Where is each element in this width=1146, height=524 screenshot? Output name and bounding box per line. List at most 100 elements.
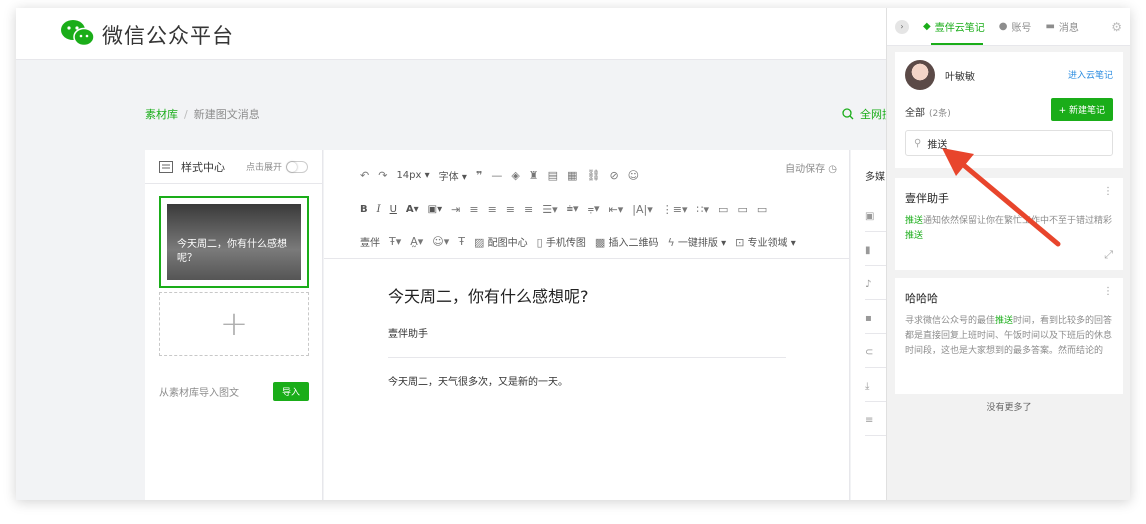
font-size-select[interactable]: 14px ▾ — [396, 170, 429, 181]
add-article-button[interactable]: + — [159, 292, 309, 356]
article-list-panel: 样式中心 点击展开 今天周二，你有什么感想呢？ + 从素材库导入图文 导入 — [145, 150, 323, 500]
avatar[interactable] — [905, 60, 935, 90]
notes-filter[interactable]: 全部 (2条) — [905, 104, 951, 119]
enter-cloud-notes-link[interactable]: 进入云笔记 — [1068, 68, 1113, 81]
media-item-vote[interactable]: ▪ — [865, 304, 887, 334]
breadcrumb-current: 新建图文消息 — [193, 108, 260, 121]
search-icon: ⚲ — [914, 137, 922, 149]
line-height-icon[interactable]: ☰▾ — [542, 203, 557, 216]
editor-content[interactable]: 今天周二，你有什么感想呢? 壹伴助手 今天周二，天气很多次，又是新的一天。 — [324, 258, 850, 388]
table-col-icon[interactable]: ▭ — [757, 203, 767, 216]
tab-account-label: 账号 — [1011, 23, 1032, 34]
media-item-image[interactable]: ▣ — [865, 202, 887, 232]
media-item-audio[interactable]: ♪ — [865, 270, 887, 300]
wechat-logo-icon — [61, 20, 95, 47]
expand-icon[interactable]: ⤢ — [1104, 248, 1113, 262]
align-justify-icon[interactable]: ≡ — [524, 203, 533, 216]
font-family-select[interactable]: 字体 ▾ — [439, 168, 467, 183]
unlink-icon[interactable]: ⊘ — [609, 169, 618, 182]
phone-to-image-button[interactable]: ▯ 手机传图 — [537, 234, 586, 249]
breadcrumb-root[interactable]: 素材库 — [145, 108, 178, 121]
media-item-video[interactable]: ▮ — [865, 236, 887, 266]
article-card-selected[interactable]: 今天周二，你有什么感想呢？ — [159, 196, 309, 288]
new-note-button[interactable]: + 新建笔记 — [1050, 98, 1113, 121]
message-icon: ▬ — [1045, 21, 1055, 32]
note-card[interactable]: ⋮ 哈哈哈 寻求微信公众号的最佳推送时间，看到比较多的回答都是直接回复上班时间、… — [895, 278, 1123, 394]
indent-icon[interactable]: ⇥ — [451, 203, 460, 216]
note-card[interactable]: ⋮ 壹伴助手 推送通知依然保留让你在繁忙工作中不至于错过精彩推送 ⤢ — [895, 178, 1123, 270]
bold-icon[interactable]: B — [360, 204, 368, 215]
chevron-right-icon: › — [900, 22, 904, 31]
spacing-after-icon[interactable]: ⩦▾ — [588, 202, 600, 216]
yiban-button[interactable]: 壹伴 — [360, 234, 380, 249]
font-color-icon[interactable]: A▾ — [406, 204, 419, 215]
style-center-title: 样式中心 — [181, 160, 225, 174]
link-icon[interactable]: ⛓ — [586, 169, 600, 182]
import-button[interactable]: 导入 — [272, 382, 309, 401]
align-center-icon[interactable]: ≡ — [488, 203, 497, 216]
document-author[interactable]: 壹伴助手 — [388, 325, 428, 340]
underline-icon[interactable]: U — [390, 204, 397, 215]
more-options-icon[interactable]: ⋮ — [1103, 186, 1113, 197]
upload-icon: ⤓ — [865, 381, 870, 392]
expand-toggle[interactable] — [286, 160, 308, 173]
quote-icon[interactable]: ❞ — [476, 169, 482, 182]
media-item-more[interactable]: ≡ — [865, 406, 887, 436]
import-label: 从素材库导入图文 — [159, 388, 239, 399]
toolbar-row-1: ↶ ↷ 14px ▾ 字体 ▾ ❞ — ◈ ♜ ▤ ▦ ⛓ ⊘ ☺ — [360, 168, 639, 183]
letter-spacing-icon[interactable]: |A|▾ — [632, 203, 652, 216]
note-highlight: 推送 — [905, 231, 924, 241]
strikethrough-icon[interactable]: Ŧ — [458, 235, 465, 248]
template-icon[interactable]: ▦ — [567, 169, 577, 182]
gear-icon[interactable]: ⚙ — [1111, 20, 1122, 34]
clock-icon: ◷ — [828, 164, 837, 175]
table-row-icon[interactable]: ▭ — [737, 203, 747, 216]
active-tab-indicator — [931, 43, 983, 45]
tab-account[interactable]: ● 账号 — [999, 19, 1032, 34]
format-brush-icon[interactable]: ♜ — [529, 169, 539, 182]
background-color-icon[interactable]: ▣▾ — [428, 204, 442, 215]
document-title[interactable]: 今天周二，你有什么感想呢? — [388, 283, 589, 307]
emoji-icon[interactable]: ☺ — [628, 169, 639, 182]
note-excerpt: 推送通知依然保留让你在繁忙工作中不至于错过精彩推送 — [905, 214, 1113, 244]
image-center-button[interactable]: ▨ 配图中心 — [474, 234, 528, 249]
tag-icon[interactable]: ◈ — [511, 169, 519, 182]
article-cover-image: 今天周二，你有什么感想呢？ — [167, 204, 301, 280]
no-more-label: 没有更多了 — [986, 403, 1032, 413]
list-indent-icon[interactable]: ⇤▾ — [609, 203, 624, 216]
image-icon: ▨ — [474, 236, 485, 249]
emoji-picker-icon[interactable]: ☺▾ — [432, 235, 449, 248]
undo-icon[interactable]: ↶ — [360, 169, 369, 182]
breadcrumb: 素材库 / 新建图文消息 — [145, 106, 260, 122]
pro-domain-button[interactable]: ⊡ 专业领域 ▾ — [735, 234, 796, 249]
text-transform-icon[interactable]: Ŧ▾ — [389, 235, 401, 248]
redo-icon[interactable]: ↷ — [378, 169, 387, 182]
text-effect-icon[interactable]: A̰▾ — [410, 235, 423, 248]
divider-icon[interactable]: — — [491, 169, 502, 182]
article-card-title: 今天周二，你有什么感想呢？ — [177, 239, 287, 264]
notes-search-value: 推送 — [927, 139, 948, 151]
media-item-link[interactable]: ⊂ — [865, 338, 887, 368]
collapse-panel-button[interactable]: › — [895, 19, 909, 34]
document-body[interactable]: 今天周二，天气很多次，又是新的一天。 — [388, 373, 568, 388]
unordered-list-icon[interactable]: ∷▾ — [697, 203, 710, 216]
italic-icon[interactable]: I — [377, 204, 381, 215]
media-panel: 多媒 ▣ ▮ ♪ ▪ ⊂ ⤓ ≡ — [851, 150, 887, 500]
clear-format-icon[interactable]: ▤ — [548, 169, 558, 182]
one-click-layout-button[interactable]: ϟ 一键排版 ▾ — [667, 234, 726, 249]
tab-cloud-notes[interactable]: ◆ 壹伴云笔记 — [923, 19, 985, 34]
spacing-before-icon[interactable]: ⩧▾ — [567, 202, 579, 216]
breadcrumb-separator: / — [184, 108, 188, 121]
media-item-upload[interactable]: ⤓ — [865, 372, 887, 402]
align-right-icon[interactable]: ≡ — [506, 203, 515, 216]
align-left-icon[interactable]: ≡ — [469, 203, 478, 216]
media-panel-title: 多媒 — [865, 172, 885, 183]
tab-messages[interactable]: ▬ 消息 — [1045, 19, 1078, 34]
note-title: 哈哈哈 — [905, 292, 938, 305]
table-icon[interactable]: ▭ — [718, 203, 728, 216]
notes-search-input[interactable]: ⚲ 推送 — [905, 130, 1113, 156]
qr-code-button[interactable]: ▩ 插入二维码 — [595, 234, 659, 249]
layers-icon: ◆ — [923, 21, 931, 32]
more-options-icon[interactable]: ⋮ — [1103, 286, 1113, 297]
ordered-list-icon[interactable]: ⋮≡▾ — [662, 203, 688, 216]
